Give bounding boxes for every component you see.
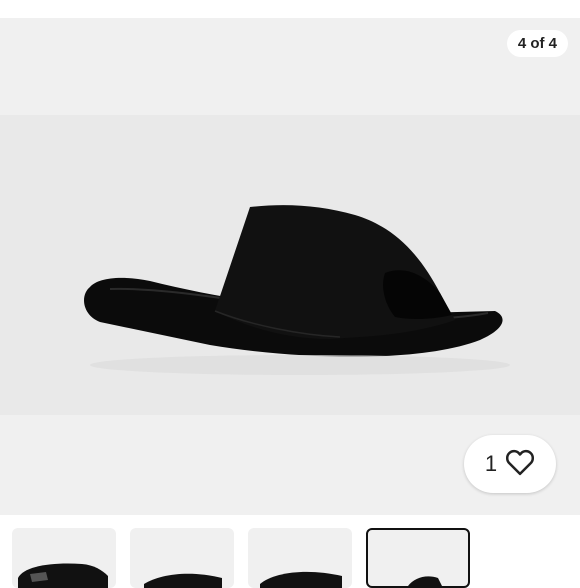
thumbnail-4-selected[interactable] [366, 528, 470, 588]
thumbnail-3[interactable] [248, 528, 352, 588]
image-counter-badge: 4 of 4 [506, 30, 568, 57]
product-photo[interactable] [0, 115, 580, 415]
slide-sandal-image [84, 205, 510, 375]
heart-icon [505, 448, 535, 481]
thumbnail-1[interactable] [12, 528, 116, 588]
product-image-viewer[interactable]: 4 of 4 1 [0, 18, 580, 515]
like-button[interactable]: 1 [464, 435, 556, 493]
thumbnail-2[interactable] [130, 528, 234, 588]
like-count: 1 [484, 451, 498, 476]
thumbnail-strip [0, 528, 580, 588]
